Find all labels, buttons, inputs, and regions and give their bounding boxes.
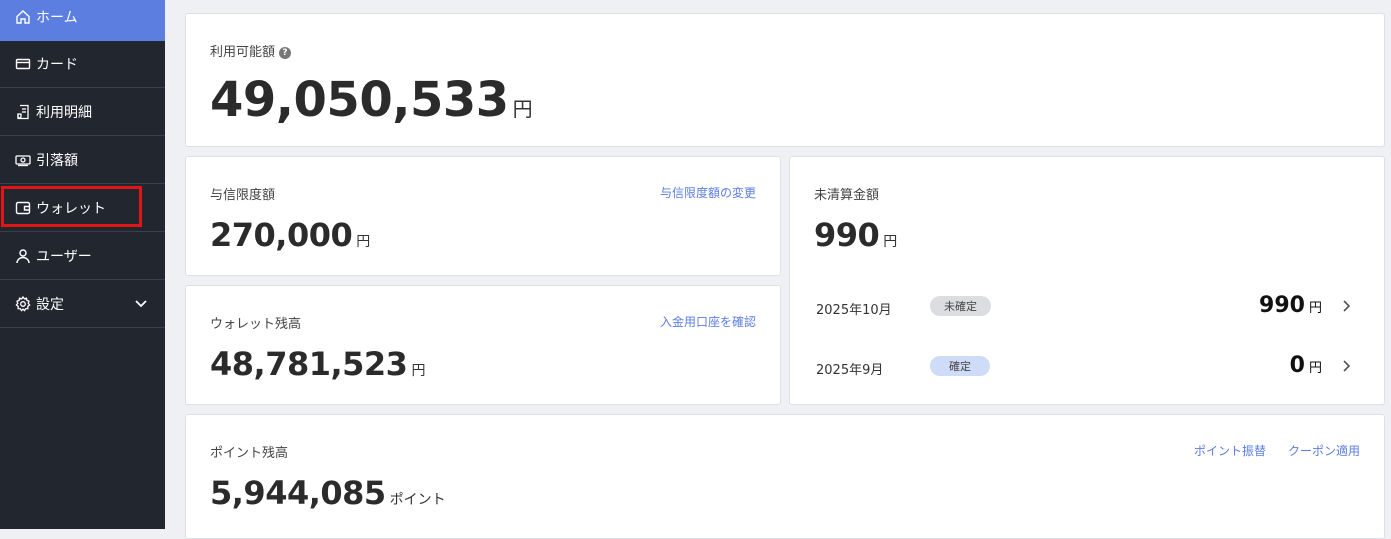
sidebar-item-home[interactable]: ホーム: [0, 0, 165, 41]
sidebar-item-label: ホーム: [36, 10, 78, 26]
status-badge: 確定: [930, 356, 990, 376]
unsettled-row-month: 2025年9月: [816, 363, 884, 378]
wallet-highlight-box: [1, 186, 142, 227]
home-icon: [14, 8, 32, 26]
unsettled-amount-unit: 円: [883, 234, 898, 250]
chevron-down-icon[interactable]: [133, 295, 149, 311]
available-amount-value: 49,050,533 円: [210, 72, 533, 128]
credit-limit-label: 与信限度額: [210, 188, 276, 203]
sidebar-item-label: 利用明細: [36, 104, 92, 121]
wallet-balance-label: ウォレット残高: [210, 317, 302, 332]
points-balance-number: 5,944,085: [210, 474, 386, 512]
unsettled-row-amount-unit: 円: [1308, 361, 1322, 376]
gear-icon: [14, 295, 32, 313]
sidebar-item-label: ユーザー: [36, 248, 92, 265]
available-amount-number: 49,050,533: [210, 72, 509, 128]
sidebar-item-label: カード: [36, 56, 78, 73]
sidebar-item-label: 設定: [36, 296, 64, 313]
point-transfer-link[interactable]: ポイント振替: [1194, 442, 1266, 459]
chevron-right-icon[interactable]: [1339, 359, 1353, 373]
available-amount-card: 利用可能額? 49,050,533 円: [185, 13, 1385, 147]
points-balance-card: ポイント残高 ポイント振替 クーポン適用 5,944,085 ポイント: [185, 414, 1385, 539]
cash-icon: [14, 151, 32, 169]
unsettled-amount-number: 990: [814, 216, 880, 254]
credit-limit-unit: 円: [356, 234, 371, 250]
card-icon: [14, 55, 32, 73]
sidebar-item-statement[interactable]: 利用明細: [0, 88, 165, 136]
sidebar-item-card[interactable]: カード: [0, 40, 165, 88]
apply-coupon-link[interactable]: クーポン適用: [1288, 442, 1360, 459]
sidebar-item-withdrawal[interactable]: 引落額: [0, 136, 165, 184]
unsettled-row-amount: 990 円: [1259, 293, 1322, 318]
user-icon: [14, 247, 32, 265]
check-deposit-account-link[interactable]: 入金用口座を確認: [660, 313, 756, 330]
unsettled-amount-card: 未清算金額 990 円 2025年10月 未確定 990 円 2025年9月 確…: [789, 156, 1385, 405]
unsettled-amount-label: 未清算金額: [814, 188, 880, 203]
sidebar-item-settings[interactable]: 設定: [0, 280, 165, 328]
sidebar: ホーム カード 利用明細 引落額 ウォレット ユーザー 設定: [0, 0, 165, 529]
unsettled-row-amount: 0 円: [1290, 353, 1322, 378]
available-amount-unit: 円: [512, 97, 533, 121]
available-amount-label: 利用可能額?: [210, 41, 292, 60]
credit-limit-value: 270,000 円: [210, 216, 370, 254]
status-badge: 未確定: [930, 296, 991, 316]
sidebar-item-user[interactable]: ユーザー: [0, 232, 165, 280]
unsettled-row-month: 2025年10月: [816, 303, 892, 318]
unsettled-row-amount-number: 0: [1289, 353, 1305, 378]
wallet-balance-unit: 円: [411, 363, 426, 379]
unsettled-amount-value: 990 円: [814, 216, 897, 254]
points-balance-unit: ポイント: [389, 492, 446, 508]
sidebar-item-label: 引落額: [36, 152, 78, 169]
chevron-right-icon[interactable]: [1339, 299, 1353, 313]
available-amount-label-text: 利用可能額: [210, 45, 276, 60]
unsettled-row-amount-unit: 円: [1308, 301, 1322, 316]
help-icon[interactable]: ?: [279, 47, 292, 59]
wallet-balance-card: ウォレット残高 入金用口座を確認 48,781,523 円: [185, 285, 781, 405]
wallet-balance-value: 48,781,523 円: [210, 345, 425, 383]
points-balance-label: ポイント残高: [210, 446, 289, 461]
unsettled-row-amount-number: 990: [1259, 293, 1305, 318]
statement-icon: [14, 103, 32, 121]
wallet-balance-number: 48,781,523: [210, 345, 408, 383]
credit-limit-number: 270,000: [210, 216, 353, 254]
points-balance-value: 5,944,085 ポイント: [210, 474, 446, 512]
change-credit-limit-link[interactable]: 与信限度額の変更: [660, 184, 756, 201]
credit-limit-card: 与信限度額 与信限度額の変更 270,000 円: [185, 156, 781, 276]
